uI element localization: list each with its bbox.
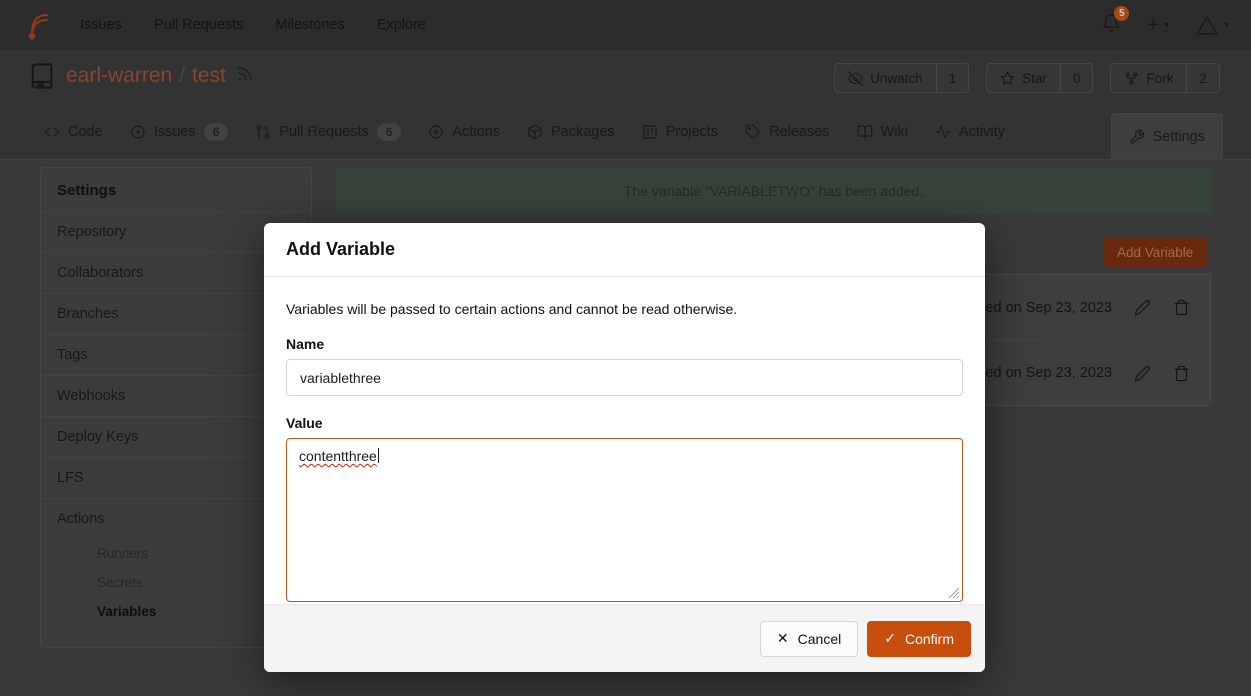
rss-icon <box>236 65 254 83</box>
forgejo-logo-icon[interactable] <box>22 10 52 40</box>
book-open-icon <box>857 124 873 140</box>
nav-links: Issues Pull Requests Milestones Explore <box>80 17 426 33</box>
tool-icon <box>1129 129 1145 145</box>
top-navbar: Issues Pull Requests Milestones Explore … <box>0 0 1251 50</box>
tab-activity[interactable]: Activity <box>935 124 1005 140</box>
nav-link-pull-requests[interactable]: Pull Requests <box>154 17 243 33</box>
nav-link-issues[interactable]: Issues <box>80 17 122 33</box>
fork-button-group: Fork 2 <box>1110 63 1220 93</box>
variable-name-input[interactable] <box>286 359 963 396</box>
star-button-group: Star 0 <box>986 63 1093 93</box>
nav-link-milestones[interactable]: Milestones <box>275 17 344 33</box>
tag-icon <box>745 124 761 140</box>
close-icon: ✕ <box>777 630 789 647</box>
text-cursor <box>378 448 380 463</box>
nav-link-explore[interactable]: Explore <box>377 17 426 33</box>
add-variable-button[interactable]: Add Variable <box>1103 237 1207 267</box>
check-icon: ✓ <box>884 630 896 647</box>
watch-button-group: Unwatch 1 <box>834 63 969 93</box>
tab-releases[interactable]: Releases <box>745 124 829 140</box>
play-circle-icon <box>428 124 444 140</box>
tab-code[interactable]: Code <box>44 124 103 140</box>
eye-off-icon <box>848 71 863 86</box>
edit-variable-button[interactable] <box>1134 299 1151 316</box>
modal-footer: ✕ Cancel ✓ Confirm <box>264 604 985 672</box>
modal-description: Variables will be passed to certain acti… <box>286 301 963 317</box>
code-icon <box>44 124 60 140</box>
rss-feed-button[interactable] <box>236 65 254 88</box>
resize-handle[interactable] <box>947 586 960 599</box>
repo-header: earl-warren / test Unwatch <box>0 50 1251 105</box>
star-icon <box>1000 71 1015 86</box>
tab-issues[interactable]: Issues 6 <box>130 123 229 141</box>
modal-body: Variables will be passed to certain acti… <box>264 277 985 602</box>
issue-opened-icon <box>130 124 146 140</box>
forks-count[interactable]: 2 <box>1186 64 1219 92</box>
star-button[interactable]: Star <box>987 64 1060 92</box>
pull-request-icon <box>255 124 271 140</box>
issues-count-badge: 6 <box>204 123 229 141</box>
plus-icon: + <box>1147 15 1159 35</box>
repo-tabbar: Code Issues 6 Pull Requests 6 Actions <box>0 105 1251 160</box>
variable-value-textarea[interactable]: contentthree <box>286 438 963 602</box>
value-field-label: Value <box>286 415 963 431</box>
unwatch-button[interactable]: Unwatch <box>835 64 936 92</box>
delete-variable-button[interactable] <box>1173 299 1190 316</box>
repo-owner-link[interactable]: earl-warren <box>66 64 172 88</box>
project-board-icon <box>642 124 658 140</box>
repo-action-buttons: Unwatch 1 Star 0 <box>834 63 1220 93</box>
fork-icon <box>1124 71 1139 86</box>
chevron-down-icon: ▾ <box>1224 20 1229 31</box>
trash-icon <box>1173 299 1190 316</box>
delete-variable-button[interactable] <box>1173 365 1190 382</box>
modal-header: Add Variable <box>264 223 985 277</box>
watchers-count[interactable]: 1 <box>936 64 969 92</box>
chevron-down-icon: ▾ <box>1164 20 1169 31</box>
confirm-button[interactable]: ✓ Confirm <box>867 621 971 657</box>
name-field-label: Name <box>286 336 963 352</box>
tab-actions[interactable]: Actions <box>428 124 500 140</box>
fork-button[interactable]: Fork <box>1111 64 1186 92</box>
pull-requests-count-badge: 6 <box>377 123 402 141</box>
avatar <box>1195 13 1219 37</box>
repo-separator: / <box>179 64 185 88</box>
tab-settings[interactable]: Settings <box>1111 113 1223 159</box>
trash-icon <box>1173 365 1190 382</box>
success-message-banner: The variable "VARIABLETWO" has been adde… <box>336 167 1211 214</box>
notification-count-badge: 5 <box>1114 6 1129 21</box>
modal-title: Add Variable <box>286 239 395 260</box>
tab-projects[interactable]: Projects <box>642 124 718 140</box>
screen: Issues Pull Requests Milestones Explore … <box>0 0 1251 696</box>
add-variable-modal: Add Variable Variables will be passed to… <box>264 223 985 672</box>
textarea-text: contentthree <box>299 448 377 464</box>
success-message-text: The variable "VARIABLETWO" has been adde… <box>624 183 923 199</box>
navbar-right: 5 + ▾ ▾ <box>1101 13 1229 38</box>
edit-variable-button[interactable] <box>1134 365 1151 382</box>
pencil-icon <box>1134 365 1151 382</box>
pencil-icon <box>1134 299 1151 316</box>
repository-icon <box>28 62 56 90</box>
repo-title: earl-warren / test <box>28 62 254 90</box>
package-icon <box>527 124 543 140</box>
cancel-button[interactable]: ✕ Cancel <box>760 621 858 657</box>
tab-packages[interactable]: Packages <box>527 124 615 140</box>
breadcrumb: earl-warren / test <box>66 64 226 88</box>
tab-wiki[interactable]: Wiki <box>857 124 908 140</box>
create-new-dropdown[interactable]: + ▾ <box>1147 15 1169 35</box>
repo-name-link[interactable]: test <box>192 64 226 88</box>
user-menu-dropdown[interactable]: ▾ <box>1195 13 1229 37</box>
tab-pull-requests[interactable]: Pull Requests 6 <box>255 123 401 141</box>
notifications-button[interactable]: 5 <box>1101 13 1121 38</box>
stars-count[interactable]: 0 <box>1060 64 1093 92</box>
activity-pulse-icon <box>935 124 951 140</box>
sidebar-title: Settings <box>41 168 311 211</box>
